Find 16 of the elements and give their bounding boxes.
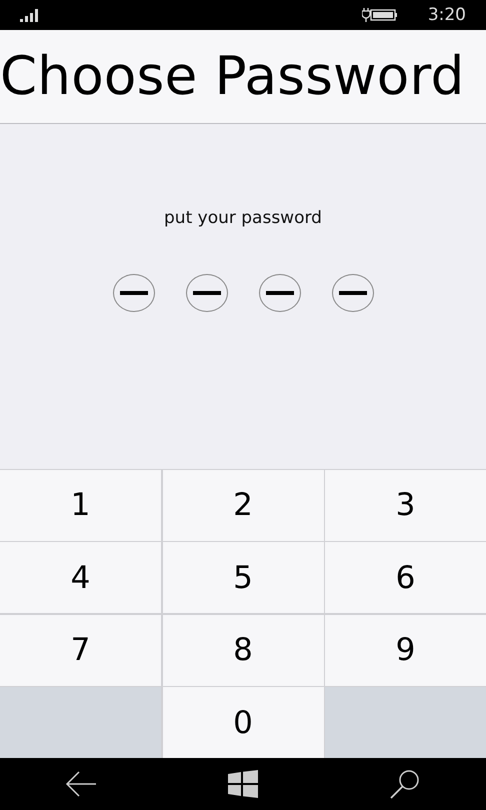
- clock-time: 3:20: [428, 5, 466, 25]
- digit-key[interactable]: 0: [162, 687, 324, 758]
- page-title: Choose Password: [0, 46, 465, 107]
- digit-key[interactable]: 4: [0, 542, 161, 613]
- password-prompt: put your password: [164, 208, 322, 228]
- digit-key[interactable]: 8: [162, 614, 324, 686]
- digit-key[interactable]: 2: [162, 470, 324, 540]
- digit-key[interactable]: 7: [0, 614, 161, 686]
- windows-logo-icon[interactable]: [228, 770, 258, 798]
- search-icon[interactable]: [388, 769, 421, 799]
- back-arrow-icon[interactable]: [65, 770, 98, 798]
- digit-key[interactable]: 6: [325, 542, 486, 613]
- digit-key[interactable]: 3: [325, 470, 486, 540]
- digit-key[interactable]: 9: [325, 614, 486, 686]
- digit-key[interactable]: 1: [0, 470, 161, 540]
- digit-key[interactable]: 5: [162, 542, 324, 613]
